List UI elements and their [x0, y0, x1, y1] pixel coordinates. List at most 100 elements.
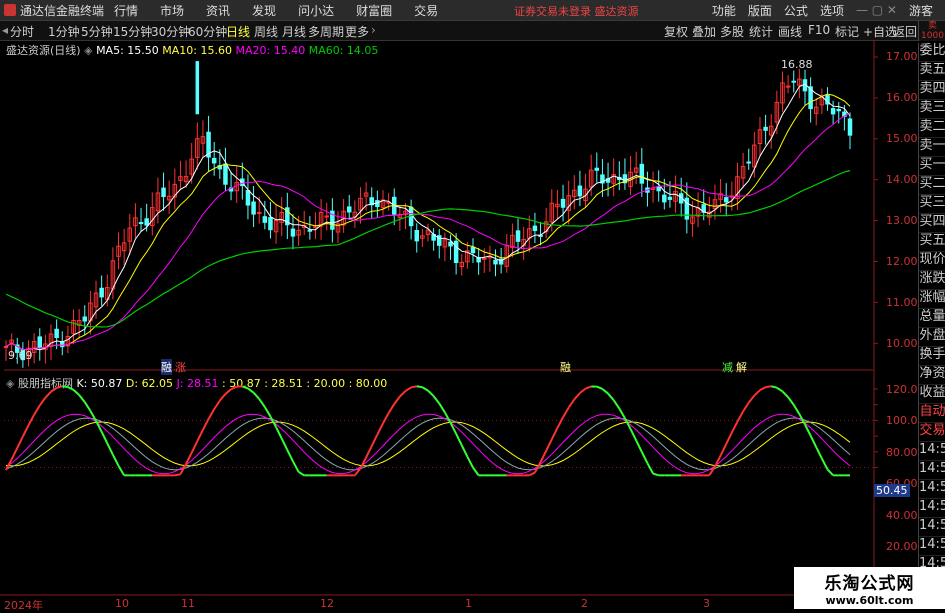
side-quote-item[interactable]: 买五 — [919, 233, 945, 252]
signal-margin[interactable]: 融 — [161, 359, 172, 375]
tab-period-intraday[interactable]: 分时 — [10, 23, 34, 40]
legend-toggle-icon[interactable]: ◈ — [84, 44, 96, 57]
tab-period-monthly[interactable]: 月线 — [282, 23, 306, 40]
more-chevron-icon[interactable]: › — [371, 23, 376, 37]
side-quote-item[interactable]: 现价 — [919, 252, 945, 271]
menu-wealth[interactable]: 财富圈 — [356, 2, 392, 19]
candle-up — [364, 193, 368, 196]
price-chart[interactable] — [0, 0, 945, 609]
candle-down — [432, 235, 436, 241]
side-quote-item[interactable]: 换手 — [919, 347, 945, 366]
btn-back[interactable]: 返回 — [893, 23, 917, 40]
j-segment — [270, 417, 276, 428]
side-quote-item[interactable]: 14:56 — [919, 480, 945, 499]
btn-f10[interactable]: F10 — [808, 23, 830, 37]
side-quote-item[interactable]: 收益 — [919, 385, 945, 404]
tab-period-weekly[interactable]: 周线 — [254, 23, 278, 40]
btn-statistics[interactable]: 统计 — [749, 23, 773, 40]
j-segment — [721, 444, 727, 455]
menu-function[interactable]: 功能 — [712, 2, 736, 19]
j-segment — [608, 394, 614, 401]
side-quote-item[interactable]: 买三 — [919, 195, 945, 214]
menu-layout[interactable]: 版面 — [748, 2, 772, 19]
candle-up — [10, 340, 14, 343]
btn-multi-stock[interactable]: 多股 — [720, 23, 744, 40]
tab-period-60min[interactable]: 60分钟 — [188, 23, 227, 40]
side-quote-item[interactable]: 买二 — [919, 176, 945, 195]
candle-down — [286, 208, 290, 225]
signal-unlock[interactable]: 解 — [736, 359, 747, 375]
tab-period-15min[interactable]: 15分钟 — [113, 23, 152, 40]
side-quote-item[interactable]: 卖二 — [919, 119, 945, 138]
side-quote-item[interactable]: 涨幅 — [919, 290, 945, 309]
tab-period-1min[interactable]: 1分钟 — [48, 23, 80, 40]
candle-up — [629, 172, 633, 186]
candle-up — [426, 230, 430, 234]
btn-restore-rights[interactable]: 复权 — [664, 23, 688, 40]
signal-rise[interactable]: 涨 — [175, 359, 186, 375]
side-quote-item[interactable]: 卖三 — [919, 100, 945, 119]
j-segment — [45, 392, 51, 398]
j-segment — [113, 455, 119, 466]
side-quote-item[interactable]: 委比 — [919, 43, 945, 62]
candle-down — [848, 119, 852, 135]
menu-market[interactable]: 市场 — [160, 2, 184, 19]
menu-trade[interactable]: 交易 — [414, 2, 438, 19]
candle-down — [826, 95, 830, 104]
candle-down — [679, 194, 683, 203]
j-segment — [214, 401, 220, 409]
side-quote-item[interactable]: 总量 — [919, 309, 945, 328]
btn-overlay[interactable]: 叠加 — [692, 23, 716, 40]
side-quote-item[interactable]: 买四 — [919, 214, 945, 233]
tab-period-more[interactable]: 更多 — [345, 23, 369, 40]
tab-period-5min[interactable]: 5分钟 — [81, 23, 113, 40]
side-quote-item[interactable]: 买一 — [919, 157, 945, 176]
side-quote-item[interactable]: 14:56 — [919, 461, 945, 480]
tab-period-daily[interactable]: 日线 — [226, 23, 250, 40]
btn-mark[interactable]: 标记 — [835, 23, 859, 40]
candle-down — [803, 80, 807, 91]
window-controls-icon[interactable]: — ▢ ✕ — [856, 3, 897, 17]
menu-options[interactable]: 选项 — [820, 2, 844, 19]
indicator-toggle-icon[interactable]: ◈ — [6, 377, 18, 390]
signal-reduce[interactable]: 减 — [722, 359, 733, 375]
side-quote-item[interactable]: 14:56 — [919, 442, 945, 461]
candle-down — [347, 207, 351, 212]
side-quote-item[interactable]: 外盘 — [919, 328, 945, 347]
signal-margin[interactable]: 融 — [560, 359, 571, 375]
side-quote-item[interactable]: 14:56 — [919, 518, 945, 537]
toolbar-prev-icon[interactable]: ◂ — [2, 23, 8, 37]
price-tick: 12.00 — [886, 255, 918, 268]
btn-draw-line[interactable]: 画线 — [778, 23, 802, 40]
side-quote-item[interactable]: 卖五 — [919, 62, 945, 81]
candle-up — [94, 293, 98, 307]
candle-down — [139, 223, 143, 224]
side-quote-item[interactable]: 14:56 — [919, 499, 945, 518]
ma20-line — [6, 114, 850, 350]
login-notice[interactable]: 证券交易未登录 盛达资源 — [514, 3, 639, 19]
side-quote-item[interactable]: 自动 — [919, 404, 945, 423]
user-guest[interactable]: 游客 — [909, 2, 933, 19]
btn-add-watchlist[interactable]: +自选 — [863, 23, 897, 40]
tab-period-multi[interactable]: 多周期 — [308, 23, 344, 40]
side-quote-item[interactable]: 卖一 — [919, 138, 945, 157]
tab-period-30min[interactable]: 30分钟 — [151, 23, 190, 40]
indicator-tick: 100.0 — [886, 414, 918, 427]
menu-discover[interactable]: 发现 — [252, 2, 276, 19]
candle-up — [342, 211, 346, 225]
side-quote-item[interactable]: 净资 — [919, 366, 945, 385]
menu-formula[interactable]: 公式 — [784, 2, 808, 19]
candle-up — [769, 126, 773, 135]
menu-news[interactable]: 资讯 — [206, 2, 230, 19]
j-segment — [79, 395, 85, 402]
j-segment — [749, 395, 755, 402]
j-segment — [552, 428, 558, 439]
side-quote-item[interactable]: 14:56 — [919, 537, 945, 556]
menu-quotes[interactable]: 行情 — [114, 2, 138, 19]
side-quote-item[interactable]: 涨跌 — [919, 271, 945, 290]
candle-up — [719, 194, 723, 200]
side-quote-item[interactable]: 交易 — [919, 423, 945, 442]
side-quote-item[interactable]: 卖四 — [919, 81, 945, 100]
menu-assistant[interactable]: 问小达 — [298, 2, 334, 19]
candle-down — [477, 258, 481, 262]
